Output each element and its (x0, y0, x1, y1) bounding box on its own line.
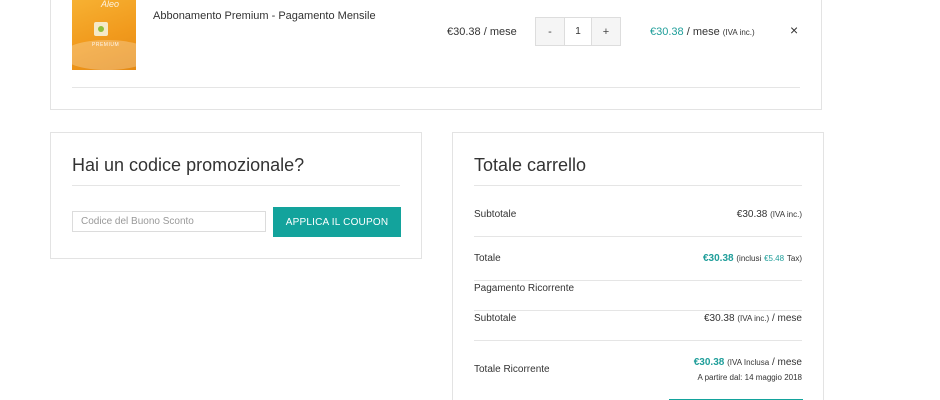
line-total-vat: (IVA inc.) (722, 28, 755, 37)
quantity-input[interactable]: 1 (564, 18, 592, 45)
cart-totals-title: Totale carrello (474, 155, 587, 175)
recurring-start-date: A partire dal: 14 maggio 2018 (697, 373, 802, 382)
thumbnail-brand: Aleo (101, 0, 120, 9)
recurring-subtotal-period: / mese (771, 313, 802, 324)
apply-coupon-button[interactable]: APPLICA IL COUPON (273, 207, 401, 237)
unit-price-amount: €30.38 (447, 26, 481, 38)
recurring-payment-header: Pagamento Ricorrente (474, 283, 575, 294)
subtotal-value: €30.38 (IVA inc.) (737, 209, 802, 220)
product-box-icon (94, 22, 108, 36)
line-total-amount: €30.38 (650, 26, 684, 38)
total-label: Totale (474, 253, 501, 264)
totals-divider (474, 310, 802, 311)
total-tax-suffix: Tax) (786, 254, 802, 263)
recurring-subtotal-vat: (IVA inc.) (737, 314, 770, 323)
total-tax-amount: €5.48 (764, 254, 785, 263)
coupon-divider (72, 185, 400, 186)
unit-price-period: / mese (483, 26, 517, 38)
coupon-panel: Hai un codice promozionale? APPLICA IL C… (50, 132, 422, 259)
recurring-subtotal-label: Subtotale (474, 313, 517, 324)
product-thumbnail[interactable]: Aleo PREMIUM (72, 0, 136, 70)
total-incl-prefix: (inclusi (736, 254, 762, 263)
cart-items-table: Aleo PREMIUM Abbonamento Premium - Pagam… (50, 0, 822, 110)
subtotal-label: Subtotale (474, 209, 517, 220)
coupon-code-input[interactable] (72, 211, 266, 232)
cart-divider (72, 87, 800, 88)
line-total: €30.38 / mese (IVA inc.) (650, 26, 755, 38)
total-amount: €30.38 (703, 253, 734, 264)
totals-divider (474, 280, 802, 281)
subtotal-amount: €30.38 (736, 209, 768, 220)
line-total-period: / mese (686, 26, 720, 38)
cart-page: Aleo PREMIUM Abbonamento Premium - Pagam… (0, 0, 940, 400)
recurring-total-amount: €30.38 (693, 357, 725, 368)
recurring-subtotal-amount: €30.38 (703, 313, 735, 324)
totals-divider (474, 340, 802, 341)
subtotal-vat: (IVA inc.) (770, 210, 802, 219)
recurring-total-value: €30.38 (IVA Inclusa / mese (694, 357, 802, 368)
cart-totals-panel: Totale carrello Subtotale €30.38 (IVA in… (452, 132, 824, 400)
unit-price: €30.38 / mese (447, 26, 517, 38)
remove-item-icon[interactable]: × (790, 22, 798, 38)
recurring-total-vat: (IVA Inclusa (727, 358, 770, 367)
recurring-subtotal-value: €30.38 (IVA inc.) / mese (704, 313, 802, 324)
totals-divider (474, 236, 802, 237)
recurring-total-period: / mese (771, 357, 802, 368)
quantity-increase-button[interactable]: + (592, 18, 620, 45)
quantity-stepper: - 1 + (535, 17, 621, 46)
product-name-link[interactable]: Abbonamento Premium - Pagamento Mensile (153, 10, 376, 22)
total-value: €30.38 (inclusi €5.48 Tax) (703, 253, 802, 264)
quantity-decrease-button[interactable]: - (536, 18, 564, 45)
coupon-title: Hai un codice promozionale? (72, 155, 305, 175)
thumbnail-label: PREMIUM (92, 42, 120, 48)
cart-item-row: Aleo PREMIUM Abbonamento Premium - Pagam… (51, 0, 821, 109)
totals-divider (474, 185, 802, 186)
recurring-total-label: Totale Ricorrente (474, 364, 550, 375)
